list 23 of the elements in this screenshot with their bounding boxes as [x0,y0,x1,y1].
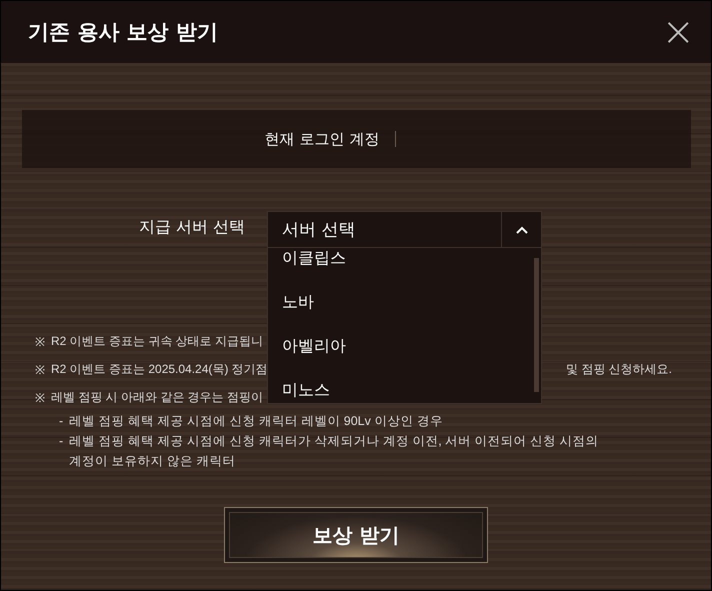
note-text: 레벨 점핑 혜택 제공 시점에 신청 캐릭터가 삭제되거나 계정 이전, 서버 이전되어 신청 시점의 계정이 보유하지 않은 캐릭터 [69,433,600,470]
server-option[interactable]: 이클립스 [268,248,518,280]
field-label: 지급 서버 선택 [138,217,246,238]
note-text: 레벨 점핑 시 아래와 같은 경우는 점핑이 [51,388,264,406]
note-mark: ※ [35,334,46,350]
server-dropdown[interactable]: 서버 선택 [267,211,542,248]
claim-reward-button[interactable]: 보상 받기 [224,507,488,563]
server-option[interactable]: 노바 [268,280,518,324]
server-option[interactable]: 미노스 [268,368,518,403]
note-text: 레벨 점핑 혜택 제공 시점에 신청 캐릭터 레벨이 90Lv 이상인 경우 [69,413,444,430]
note-mark: - [59,413,64,430]
dropdown-value: 서버 선택 [281,219,356,242]
note-mark: ※ [35,390,46,406]
note-mark: - [59,433,64,450]
scrollbar[interactable] [534,258,539,392]
window-title: 기존 용사 보상 받기 [28,19,218,46]
close-button[interactable]: × [661,12,695,52]
server-option[interactable]: 아벨리아 [268,324,518,368]
note-text: 및 점핑 신청하세요. [566,360,674,378]
account-label: 현재 로그인 계정 [264,130,380,148]
note-text: R2 이벤트 증표는 2025.04.24(목) 정기점 [51,360,269,378]
note-text: R2 이벤트 증표는 귀속 상태로 지급됩니 [51,332,264,350]
note-mark: ※ [35,362,46,378]
